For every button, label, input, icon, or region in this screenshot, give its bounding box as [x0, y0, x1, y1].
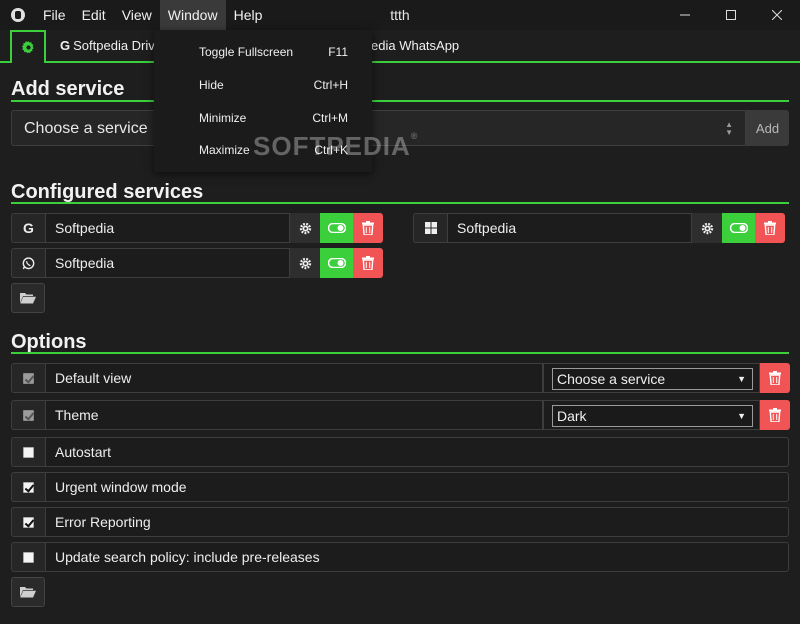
trash-icon — [362, 221, 374, 235]
gear-icon — [299, 257, 311, 269]
prerelease-checkbox[interactable] — [23, 551, 34, 563]
service-icon-cell — [413, 213, 447, 243]
menu-edit[interactable]: Edit — [74, 0, 114, 30]
tab-softpedia-drive[interactable]: G Softpedia Driv — [60, 30, 155, 61]
service-settings-button[interactable] — [290, 248, 320, 278]
option-checkbox-cell[interactable] — [11, 437, 45, 467]
service-name-field[interactable]: Softpedia — [447, 213, 692, 243]
trash-icon — [764, 221, 776, 235]
add-button[interactable]: Add — [746, 110, 789, 146]
service-select[interactable]: Choose a service ▲ ▼ — [11, 110, 746, 146]
default-view-select-cell: Choose a service ▼ — [543, 363, 760, 393]
service-name-field[interactable]: Softpedia — [45, 248, 290, 278]
menu-help[interactable]: Help — [226, 0, 271, 30]
theme-select-cell: Dark ▼ — [543, 400, 760, 430]
tab-softpedia-whatsapp[interactable]: edia WhatsApp — [371, 30, 459, 61]
service-delete-button[interactable] — [353, 213, 383, 243]
trash-icon — [769, 371, 781, 385]
menu-item-toggle-fullscreen[interactable]: Toggle Fullscreen F11 — [154, 36, 372, 68]
menu-item-hide[interactable]: Hide Ctrl+H — [154, 69, 372, 101]
theme-select[interactable]: Dark ▼ — [552, 405, 753, 427]
tab-label: Softpedia Driv — [73, 38, 155, 53]
trash-icon — [362, 256, 374, 270]
chevron-down-icon: ▼ — [737, 374, 746, 384]
service-select-value: Choose a service — [24, 120, 148, 137]
service-delete-button[interactable] — [353, 248, 383, 278]
toggle-on-icon — [327, 258, 346, 268]
maximize-icon — [726, 10, 736, 20]
theme-select-value: Dark — [557, 408, 587, 424]
default-view-checkbox[interactable] — [23, 372, 34, 384]
theme-delete-button[interactable] — [760, 400, 790, 430]
service-settings-button[interactable] — [692, 213, 722, 243]
option-label-theme: Theme — [45, 400, 543, 430]
close-button[interactable] — [754, 0, 800, 30]
default-view-select[interactable]: Choose a service ▼ — [552, 368, 753, 390]
section-divider — [11, 202, 789, 204]
option-checkbox-cell[interactable] — [11, 363, 45, 393]
folder-open-icon — [20, 293, 36, 304]
option-label-error-reporting: Error Reporting — [45, 507, 789, 537]
service-enable-toggle[interactable] — [320, 213, 353, 243]
gear-icon — [701, 222, 713, 234]
close-icon — [772, 10, 782, 20]
service-enable-toggle[interactable] — [320, 248, 353, 278]
window-menu-dropdown: Toggle Fullscreen F11 Hide Ctrl+H Minimi… — [154, 30, 372, 172]
gear-icon — [21, 41, 34, 54]
menu-file[interactable]: File — [35, 0, 74, 30]
chevron-down-icon: ▼ — [737, 411, 746, 421]
option-checkbox-cell[interactable] — [11, 542, 45, 572]
autostart-checkbox[interactable] — [23, 446, 34, 458]
section-divider — [11, 100, 789, 102]
tab-label: edia WhatsApp — [371, 38, 460, 53]
configured-services-heading: Configured services — [11, 181, 204, 203]
options-heading: Options — [11, 331, 87, 353]
option-checkbox-cell[interactable] — [11, 400, 45, 430]
title-bar: File Edit View Window Help ttth — [0, 0, 800, 30]
open-folder-button[interactable] — [11, 283, 45, 313]
folder-open-icon — [20, 587, 36, 598]
minimize-button[interactable] — [662, 0, 708, 30]
trash-icon — [769, 408, 781, 422]
option-label-default-view: Default view — [45, 363, 543, 393]
option-label-autostart: Autostart — [45, 437, 789, 467]
service-delete-button[interactable] — [755, 213, 785, 243]
theme-checkbox[interactable] — [23, 409, 34, 421]
windows-icon — [424, 222, 437, 234]
default-view-delete-button[interactable] — [760, 363, 790, 393]
tab-strip: G Softpedia Driv edia WhatsApp — [0, 30, 800, 63]
toggle-on-icon — [327, 223, 346, 233]
minimize-icon — [680, 14, 690, 16]
maximize-button[interactable] — [708, 0, 754, 30]
tab-settings[interactable] — [10, 30, 46, 63]
add-service-heading: Add service — [11, 78, 125, 100]
urgent-window-mode-checkbox[interactable] — [23, 481, 34, 493]
menu-item-maximize[interactable]: Maximize Ctrl+K — [154, 134, 372, 166]
google-icon: G — [60, 38, 71, 53]
window-controls — [662, 0, 800, 30]
menu-window[interactable]: Window — [159, 0, 226, 30]
menu-item-minimize[interactable]: Minimize Ctrl+M — [154, 102, 372, 134]
toggle-on-icon — [729, 223, 748, 233]
option-checkbox-cell[interactable] — [11, 507, 45, 537]
default-view-select-value: Choose a service — [557, 371, 666, 387]
service-settings-button[interactable] — [290, 213, 320, 243]
service-enable-toggle[interactable] — [722, 213, 755, 243]
option-label-update-search-policy: Update search policy: include pre-releas… — [45, 542, 789, 572]
service-icon-cell: G — [11, 213, 45, 243]
app-icon — [11, 8, 25, 22]
error-reporting-checkbox[interactable] — [23, 516, 34, 528]
google-icon: G — [23, 220, 34, 236]
menu-view[interactable]: View — [114, 0, 160, 30]
select-arrows-icon: ▲ ▼ — [725, 120, 733, 137]
section-divider — [11, 352, 789, 354]
service-name-field[interactable]: Softpedia — [45, 213, 290, 243]
option-checkbox-cell[interactable] — [11, 472, 45, 502]
whatsapp-icon — [22, 256, 35, 269]
menu-bar: File Edit View Window Help — [35, 0, 270, 30]
option-label-urgent-window-mode: Urgent window mode — [45, 472, 789, 502]
open-folder-button[interactable] — [11, 577, 45, 607]
service-icon-cell — [11, 248, 45, 278]
gear-icon — [299, 222, 311, 234]
